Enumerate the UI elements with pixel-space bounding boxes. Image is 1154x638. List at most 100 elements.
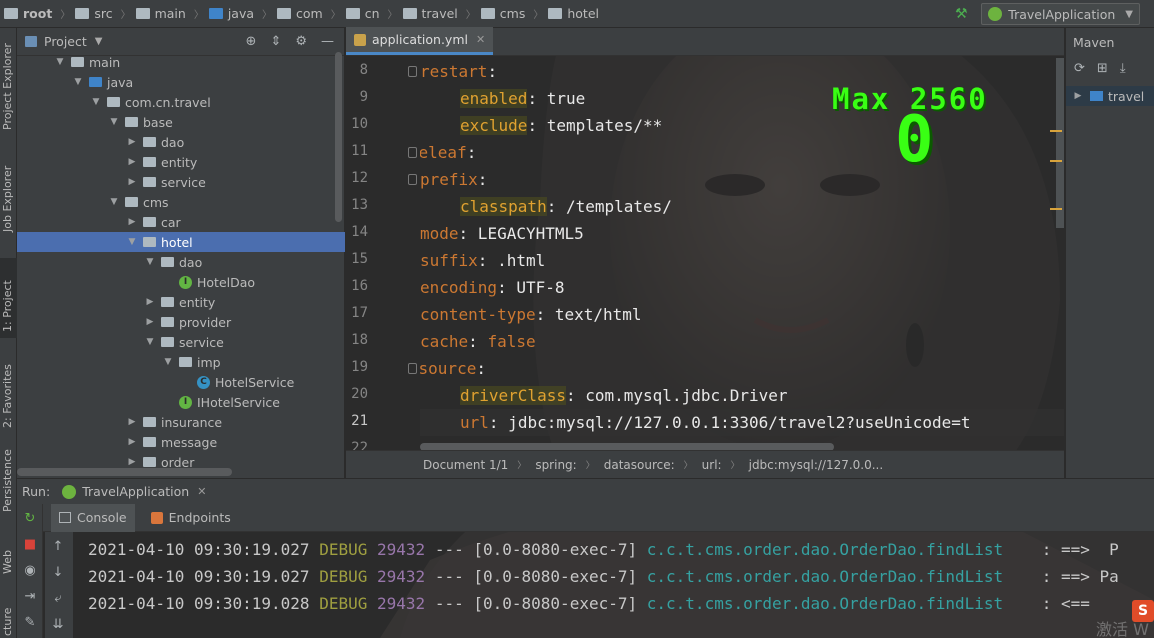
close-tab-icon[interactable]: ✕ — [476, 33, 485, 46]
warning-marker[interactable] — [1050, 130, 1062, 132]
chevron-down-icon[interactable]: ▼ — [108, 197, 120, 207]
tree-item-hotelservice[interactable]: C HotelService — [17, 372, 345, 392]
code-line[interactable]: mode: LEGACYHTML5 — [420, 220, 584, 247]
tree-item-java[interactable]: ▼ java — [17, 72, 345, 92]
fold-marker-icon[interactable] — [408, 174, 417, 185]
tree-item-main[interactable]: ▼ main — [17, 52, 345, 72]
tree-item-hotel[interactable]: ▼ hotel — [17, 232, 345, 252]
scroll-down-icon[interactable]: ↓ — [51, 566, 65, 580]
code-line[interactable]: content-type: text/html — [420, 301, 642, 328]
chevron-down-icon[interactable]: ▼ — [144, 257, 156, 267]
tree-item-dao[interactable]: ▶ dao — [17, 132, 345, 152]
breadcrumb-item-travel[interactable]: travel — [402, 6, 458, 21]
tree-item-entity[interactable]: ▶ entity — [17, 292, 345, 312]
fold-marker-icon[interactable] — [408, 363, 417, 374]
tree-item-dao[interactable]: ▼ dao — [17, 252, 345, 272]
breadcrumb-item-root[interactable]: root — [4, 6, 52, 21]
code-line[interactable]: prefix: — [420, 166, 487, 193]
project-horizontal-scrollbar[interactable] — [17, 468, 345, 476]
tool-tab-project[interactable]: 1: Project — [0, 258, 17, 338]
ime-badge[interactable]: S — [1132, 600, 1154, 622]
tree-item-base[interactable]: ▼ base — [17, 112, 345, 132]
path-segment[interactable]: url: — [702, 458, 722, 472]
code-line[interactable]: suffix: .html — [420, 247, 545, 274]
path-segment[interactable]: Document 1/1 — [423, 458, 508, 472]
path-segment[interactable]: spring: — [535, 458, 576, 472]
run-configuration-selector[interactable]: TravelApplication ▼ — [981, 3, 1140, 25]
breadcrumb-item-main[interactable]: main — [135, 6, 186, 21]
path-segment[interactable]: datasource: — [604, 458, 675, 472]
editor-tab-application-yml[interactable]: application.yml ✕ — [346, 27, 494, 55]
code-line[interactable]: classpath: /templates/ — [460, 193, 672, 220]
chevron-down-icon[interactable]: ▼ — [90, 97, 102, 107]
stop-icon[interactable]: ■ — [23, 538, 37, 552]
tab-endpoints[interactable]: Endpoints — [150, 510, 231, 525]
project-vertical-scrollbar[interactable] — [335, 52, 342, 222]
download-icon[interactable]: ⤓ — [1120, 61, 1126, 76]
code-area[interactable]: restart: enabled: true exclude: templates/… — [420, 58, 1064, 450]
fold-marker-icon[interactable] — [408, 66, 417, 77]
console-output[interactable]: 2021-04-10 09:30:19.027 DEBUG 29432 --- … — [74, 532, 1154, 638]
chevron-down-icon[interactable]: ▼ — [54, 57, 66, 67]
tree-item-cms[interactable]: ▼ cms — [17, 192, 345, 212]
breadcrumb-item-java[interactable]: java — [208, 6, 254, 21]
chevron-right-icon[interactable]: ▶ — [126, 137, 138, 147]
chevron-right-icon[interactable]: ▶ — [126, 437, 138, 447]
tree-item-car[interactable]: ▶ car — [17, 212, 345, 232]
chevron-right-icon[interactable]: ▶ — [144, 317, 156, 327]
warning-marker[interactable] — [1050, 160, 1062, 162]
breadcrumb-item-src[interactable]: src — [75, 6, 113, 21]
warning-marker[interactable] — [1050, 208, 1062, 210]
breadcrumb-item-cn[interactable]: cn — [345, 6, 380, 21]
tree-item-service[interactable]: ▶ service — [17, 172, 345, 192]
tool-tab-favorites[interactable]: 2: Favorites — [0, 344, 17, 434]
tool-tab-project-explorer[interactable]: Project Explorer — [0, 34, 17, 134]
tool-tab-structure[interactable]: cture — [0, 602, 17, 638]
tree-item-com-cn-travel[interactable]: ▼ com.cn.travel — [17, 92, 345, 112]
tool-tab-persistence[interactable]: Persistence — [0, 448, 17, 518]
code-line[interactable]: driverClass: com.mysql.jdbc.Driver — [460, 382, 788, 409]
close-tab-icon[interactable]: ✕ — [197, 485, 206, 498]
code-line[interactable]: enabled: true — [460, 85, 585, 112]
chevron-right-icon[interactable]: ▶ — [1072, 91, 1084, 101]
camera-icon[interactable]: ◉ — [23, 564, 37, 578]
chevron-right-icon[interactable]: ▶ — [144, 297, 156, 307]
rerun-icon[interactable]: ↻ — [23, 512, 37, 526]
chevron-right-icon[interactable]: ▶ — [126, 457, 138, 467]
code-line[interactable]: thymeleaf: — [420, 139, 476, 166]
soft-wrap-icon[interactable]: ⤶ — [51, 592, 65, 606]
code-line[interactable]: restart: — [420, 58, 497, 85]
scroll-to-end-icon[interactable]: ⇊ — [51, 618, 65, 632]
maven-project-travel[interactable]: ▶ travel — [1066, 86, 1154, 106]
chevron-down-icon[interactable]: ▼ — [72, 77, 84, 87]
run-tab-travelapplication[interactable]: TravelApplication ✕ — [62, 484, 206, 499]
collapse-all-icon[interactable]: ⇕ — [270, 34, 281, 49]
chevron-down-icon[interactable]: ▼ — [126, 237, 138, 247]
tree-item-entity[interactable]: ▶ entity — [17, 152, 345, 172]
code-line[interactable]: cache: false — [420, 328, 536, 355]
chevron-down-icon[interactable]: ▼ — [144, 337, 156, 347]
chevron-right-icon[interactable]: ▶ — [126, 417, 138, 427]
code-line[interactable]: exclude: templates/** — [460, 112, 662, 139]
gear-icon[interactable]: ⚙ — [295, 34, 307, 49]
build-hammer-icon[interactable]: ⚒ — [953, 6, 969, 22]
code-line[interactable]: encoding: UTF-8 — [420, 274, 565, 301]
code-line[interactable]: datasource: — [420, 355, 486, 382]
minimize-icon[interactable]: — — [321, 34, 334, 49]
tree-item-message[interactable]: ▶ message — [17, 432, 345, 452]
code-line[interactable]: url: jdbc:mysql://127.0.0.1:3306/travel2… — [460, 409, 971, 436]
chevron-down-icon[interactable]: ▼ — [162, 357, 174, 367]
locate-target-icon[interactable]: ⊕ — [246, 34, 257, 49]
tree-item-service[interactable]: ▼ service — [17, 332, 345, 352]
pin-icon[interactable]: ✎ — [23, 616, 37, 630]
path-segment[interactable]: jdbc:mysql://127.0.0... — [749, 458, 884, 472]
tool-tab-web[interactable]: Web — [0, 544, 17, 580]
breadcrumb-item-com[interactable]: com — [277, 6, 323, 21]
tree-item-insurance[interactable]: ▶ insurance — [17, 412, 345, 432]
breadcrumb-item-hotel[interactable]: hotel — [548, 6, 599, 21]
fold-marker-icon[interactable] — [408, 147, 417, 158]
chevron-right-icon[interactable]: ▶ — [126, 177, 138, 187]
tool-tab-job-explorer[interactable]: Job Explorer — [0, 152, 17, 234]
chevron-down-icon[interactable]: ▼ — [108, 117, 120, 127]
scroll-up-icon[interactable]: ↑ — [51, 540, 65, 554]
